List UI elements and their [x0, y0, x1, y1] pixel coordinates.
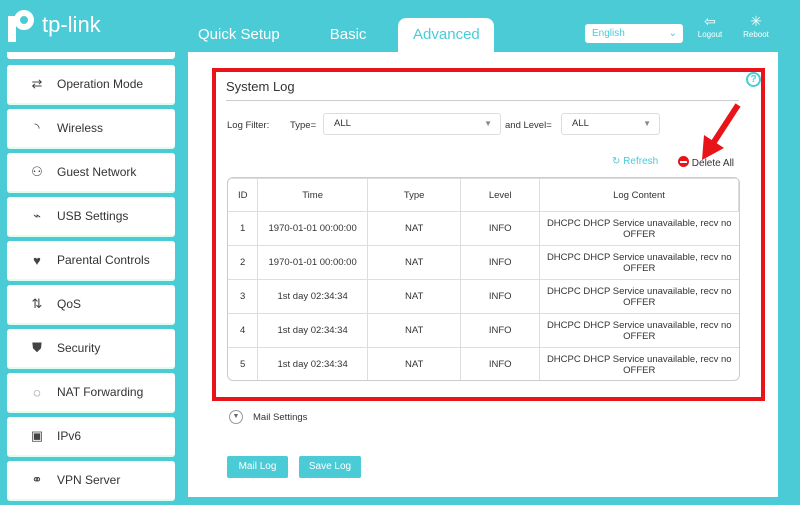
sidebar-item-label: IPv6	[57, 429, 82, 443]
type-select[interactable]: ALL ▼	[323, 113, 501, 135]
table-cell: DHCPC DHCP Service unavailable, recv no …	[539, 245, 739, 280]
save-log-button[interactable]: Save Log	[299, 456, 361, 478]
table-cell: NAT	[366, 313, 462, 348]
tab-advanced[interactable]: Advanced	[398, 18, 495, 52]
sidebar-item-ipv6[interactable]: ▣ IPv6	[7, 417, 175, 455]
table-cell: 1st day 02:34:34	[257, 313, 368, 348]
sidebar-item-parental-controls[interactable]: ♥ Parental Controls	[7, 241, 175, 279]
table-row: 4 1st day 02:34:34 NAT INFO DHCPC DHCP Servi…	[228, 313, 739, 348]
sidebar-item-qos[interactable]: ⇅ QoS	[7, 285, 175, 323]
chevron-down-icon: ▼	[229, 410, 243, 424]
table-row: 1 1970-01-01 00:00:00 NAT INFO DHCPC DHCP Se…	[228, 211, 739, 246]
system-log-table: ID Time Type Level Log Content 1 1970-01-01 00…	[227, 177, 740, 381]
table-cell: 1st day 02:34:34	[257, 279, 368, 314]
delete-icon	[678, 156, 689, 167]
refresh-icon: ↻	[612, 156, 621, 167]
column-header: Time	[257, 178, 368, 212]
level-label: and Level=	[505, 120, 552, 131]
table-row: 2 1970-01-01 00:00:00 NAT INFO DHCPC DHCP Se…	[228, 245, 739, 280]
table-cell: NAT	[366, 279, 462, 314]
sidebar-item-nat-forwarding[interactable]: ◌ NAT Forwarding	[7, 373, 175, 411]
qos-icon: ⇅	[31, 296, 43, 311]
table-cell: 2	[228, 245, 259, 280]
sidebar-item-partial	[7, 52, 175, 59]
table-cell: DHCPC DHCP Service unavailable, recv no …	[539, 347, 739, 380]
logout-icon: ⇦	[704, 13, 716, 29]
table-cell: INFO	[460, 245, 540, 280]
language-select[interactable]: English ⌄	[585, 24, 683, 43]
sidebar-item-guest-network[interactable]: ⚇ Guest Network	[7, 153, 175, 191]
nat-icon: ◌	[33, 384, 41, 400]
reboot-icon: ✳	[750, 13, 762, 29]
logout-button[interactable]: ⇦ Logout	[693, 12, 727, 39]
table-cell: INFO	[460, 211, 540, 246]
table-cell: 1970-01-01 00:00:00	[257, 211, 368, 246]
sidebar-item-operation-mode[interactable]: ⇄ Operation Mode	[7, 65, 175, 103]
guest-icon: ⚇	[31, 164, 43, 179]
tp-link-logo: tp-link	[8, 8, 101, 42]
table-cell: 1970-01-01 00:00:00	[257, 245, 368, 280]
operation-mode-icon: ⇄	[31, 76, 43, 91]
column-header: Type	[366, 178, 462, 212]
divider	[226, 100, 739, 101]
heart-icon: ♥	[33, 252, 41, 268]
table-cell: 4	[228, 313, 259, 348]
reboot-button[interactable]: ✳ Reboot	[739, 12, 773, 39]
table-cell: NAT	[366, 211, 462, 246]
sidebar-item-label: Security	[57, 341, 101, 355]
sidebar: ⇄ Operation Mode ◝ Wireless ⚇ Guest Network ⌁ U…	[7, 52, 175, 505]
table-cell: INFO	[460, 313, 540, 348]
column-header: ID	[228, 178, 259, 212]
dropdown-arrow-icon: ▼	[643, 119, 651, 128]
table-cell: 3	[228, 279, 259, 314]
level-select[interactable]: ALL ▼	[561, 113, 660, 135]
table-cell: INFO	[460, 347, 540, 380]
page-title: System Log	[226, 79, 295, 94]
sidebar-item-label: Guest Network	[57, 165, 137, 179]
table-cell: 5	[228, 347, 259, 380]
usb-icon: ⌁	[33, 208, 41, 223]
sidebar-item-label: USB Settings	[57, 209, 129, 223]
main-tabs: Quick Setup Basic Advanced	[188, 18, 524, 52]
column-header: Level	[460, 178, 540, 212]
table-row: 5 1st day 02:34:34 NAT INFO DHCPC DHCP Servi…	[228, 347, 739, 380]
sidebar-item-usb-settings[interactable]: ⌁ USB Settings	[7, 197, 175, 235]
column-header: Log Content	[539, 178, 739, 212]
wifi-icon: ◝	[34, 120, 40, 135]
table-cell: NAT	[366, 347, 462, 380]
table-cell: 1st day 02:34:34	[257, 347, 368, 380]
sidebar-item-vpn-server[interactable]: ⚭ VPN Server	[7, 461, 175, 499]
table-cell: INFO	[460, 279, 540, 314]
mail-settings-toggle[interactable]: ▼ Mail Settings	[229, 410, 307, 424]
sidebar-item-security[interactable]: ⛊ Security	[7, 329, 175, 367]
tab-quick-setup[interactable]: Quick Setup	[188, 18, 290, 52]
shield-icon: ⛊	[32, 340, 42, 355]
type-label: Type=	[290, 120, 317, 131]
help-icon[interactable]: ?	[746, 72, 761, 87]
sidebar-item-label: QoS	[57, 297, 82, 311]
refresh-button[interactable]: ↻ Refresh	[612, 156, 658, 167]
mail-log-button[interactable]: Mail Log	[227, 456, 288, 478]
red-arrow-annotation	[702, 103, 741, 160]
table-cell: 1	[228, 211, 259, 246]
sidebar-item-wireless[interactable]: ◝ Wireless	[7, 109, 175, 147]
table-cell: DHCPC DHCP Service unavailable, recv no …	[539, 211, 739, 246]
table-row: 3 1st day 02:34:34 NAT INFO DHCPC DHCP Servi…	[228, 279, 739, 314]
table-cell: DHCPC DHCP Service unavailable, recv no …	[539, 279, 739, 314]
chevron-down-icon: ⌄	[668, 28, 677, 39]
tab-basic[interactable]: Basic	[320, 18, 377, 52]
sidebar-item-label: VPN Server	[57, 473, 121, 487]
sidebar-item-label: Parental Controls	[57, 253, 150, 267]
sidebar-item-label: Wireless	[57, 121, 104, 135]
dropdown-arrow-icon: ▼	[484, 119, 492, 128]
log-filter-label: Log Filter:	[227, 120, 270, 131]
sidebar-item-label: NAT Forwarding	[57, 385, 144, 399]
sidebar-item-label: Operation Mode	[57, 77, 144, 91]
link-icon: ⚭	[31, 472, 43, 487]
table-cell: NAT	[366, 245, 462, 280]
ipv6-icon: ▣	[30, 428, 44, 443]
table-cell: DHCPC DHCP Service unavailable, recv no …	[539, 313, 739, 348]
